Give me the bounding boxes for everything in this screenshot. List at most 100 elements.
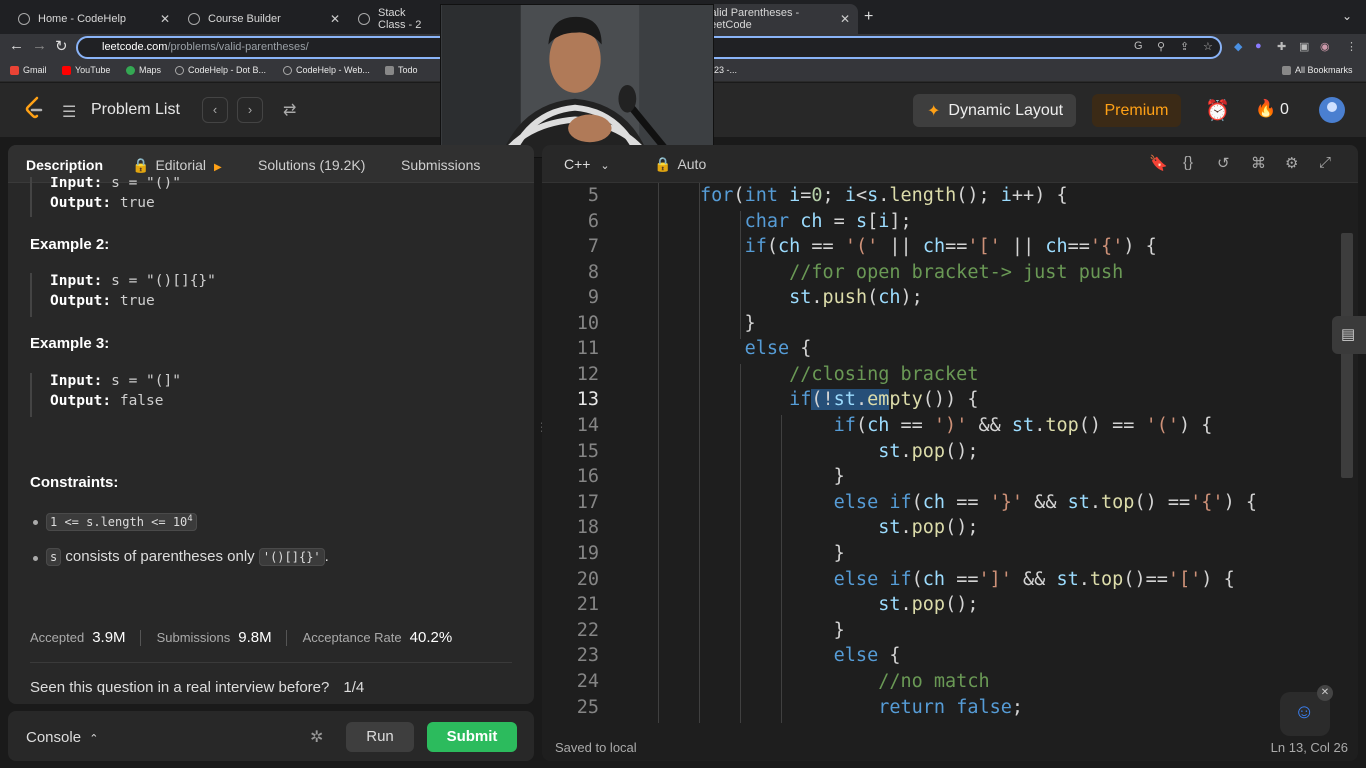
folder-icon [1282, 65, 1291, 75]
line-number: 6 [587, 211, 599, 232]
tab-description[interactable]: Description [26, 157, 103, 173]
cursor-position: Ln 13, Col 26 [1270, 740, 1348, 755]
tab-solutions[interactable]: Solutions (19.2K) [258, 157, 365, 173]
flame-icon[interactable]: 🔥 [1255, 99, 1276, 119]
close-tab-icon[interactable]: ✕ [840, 12, 850, 26]
codehelp-icon [175, 65, 184, 75]
tab-search-chevron-icon[interactable]: ⌄ [1342, 9, 1352, 23]
line-number: 5 [587, 185, 599, 206]
constraints-title: Constraints: [30, 474, 119, 491]
chevron-up-icon: ⌃ [89, 733, 99, 745]
browser-tab[interactable]: Course Builder ✕ [178, 4, 348, 34]
constraint-1: 1 <= s.length <= 104 [46, 513, 197, 531]
extension-icon[interactable]: ◆ [1234, 40, 1242, 53]
prev-problem-button[interactable]: ‹ [202, 97, 228, 123]
alarm-clock-icon[interactable]: ⏰ [1205, 98, 1230, 123]
back-icon[interactable]: ← [9, 37, 24, 54]
profile-icon[interactable]: ◉ [1320, 40, 1330, 53]
example-2-title: Example 2: [30, 236, 110, 253]
line-number: 19 [576, 543, 599, 564]
install-icon[interactable]: ⇪ [1180, 40, 1189, 53]
bookmark-maps[interactable]: Maps [126, 65, 161, 75]
avatar[interactable] [1319, 97, 1345, 123]
problem-list-icon[interactable]: ☰ [62, 102, 76, 122]
tab-editorial[interactable]: 🔒 Editorial ▶ [132, 157, 222, 174]
webcam-overlay [440, 4, 714, 158]
line-number: 12 [576, 364, 599, 385]
new-tab-icon[interactable]: + [864, 8, 873, 26]
submit-button[interactable]: Submit [427, 722, 517, 752]
browser-tab[interactable]: Home - CodeHelp ✕ [8, 4, 178, 34]
reset-icon[interactable]: ↺ [1217, 154, 1230, 172]
extension-icon[interactable]: ● [1255, 40, 1262, 52]
bookmark-icon[interactable]: 🔖 [1149, 154, 1168, 172]
line-number: 24 [576, 671, 599, 692]
line-number: 25 [576, 697, 599, 718]
browser-tab-active[interactable]: Valid Parentheses - LeetCode ✕ [700, 4, 858, 34]
editor-status-bar [542, 735, 1358, 761]
google-icon[interactable]: G [1134, 40, 1143, 52]
todo-icon [385, 65, 394, 75]
zoom-icon[interactable]: ⚲ [1157, 40, 1165, 53]
line-number: 8 [587, 262, 599, 283]
forward-icon[interactable]: → [32, 37, 47, 54]
divider [30, 662, 512, 663]
tab-submissions[interactable]: Submissions [401, 157, 480, 173]
editor-scrollbar[interactable] [1341, 233, 1353, 478]
example-2-box: Input: s = "()[]{}" Output: true [30, 273, 510, 317]
menu-icon[interactable]: ⋮ [1346, 40, 1357, 53]
problem-list-link[interactable]: Problem List [91, 101, 180, 119]
line-number: 9 [587, 287, 599, 308]
close-chat-icon[interactable]: ✕ [1317, 685, 1333, 701]
debug-icon[interactable]: ✲ [310, 727, 323, 747]
auto-mode[interactable]: 🔒 Auto [654, 156, 706, 173]
bookmark-youtube[interactable]: YouTube [62, 65, 110, 75]
line-number: 16 [576, 466, 599, 487]
all-bookmarks[interactable]: All Bookmarks [1282, 65, 1353, 75]
chrome-favicon-icon [188, 13, 200, 25]
streak-count: 0 [1280, 101, 1289, 118]
reload-icon[interactable]: ↻ [55, 37, 68, 55]
premium-button[interactable]: Premium [1092, 94, 1181, 127]
lock-icon: 🔒 [654, 156, 672, 172]
interview-question-prompt[interactable]: Seen this question in a real interview b… [30, 679, 364, 696]
leetcode-logo-icon[interactable] [24, 96, 44, 120]
sidebar-icon[interactable]: ▣ [1299, 40, 1309, 53]
braces-icon[interactable]: {} [1183, 154, 1193, 171]
dynamic-layout-button[interactable]: ✦ Dynamic Layout [913, 94, 1076, 127]
bookmark-codehelp-web[interactable]: CodeHelp - Web... [283, 65, 370, 75]
run-button[interactable]: Run [346, 722, 414, 752]
line-number: 18 [576, 517, 599, 538]
close-tab-icon[interactable]: ✕ [330, 12, 340, 26]
close-tab-icon[interactable]: ✕ [160, 12, 170, 26]
bookmark-gmail[interactable]: Gmail [10, 65, 47, 75]
bookmark-codehelp-dot[interactable]: CodeHelp - Dot B... [175, 65, 266, 75]
example-1-box: Input: s = "()" Output: true [30, 177, 510, 217]
line-number: 14 [576, 415, 599, 436]
side-notes-button[interactable]: ▤ [1332, 316, 1366, 354]
codehelp-favicon-icon [358, 13, 370, 25]
bookmark-star-icon[interactable]: ☆ [1203, 40, 1213, 53]
example-3-title: Example 3: [30, 335, 110, 352]
constraint-2: s consists of parentheses only '()[]{}'. [46, 548, 329, 566]
acceptance-stats: Accepted 3.9M Submissions 9.8M Acceptance … [30, 629, 453, 646]
description-panel: Description 🔒 Editorial ▶ Solutions (19.2K… [8, 145, 534, 704]
puzzle-icon[interactable]: ✚ [1277, 40, 1286, 53]
code-editor[interactable]: 5 6 7 8 9 10 11 12 13 14 15 16 17 18 19 20 21 22 23 24 25 fo… [542, 183, 1358, 723]
line-number: 17 [576, 492, 599, 513]
console-toggle[interactable]: Console ⌃ [26, 729, 98, 746]
shuffle-icon[interactable]: ⇄ [283, 100, 296, 120]
bookmark-item[interactable]: 23 -... [714, 65, 737, 75]
editor-toolbar: C++ ⌄ 🔒 Auto 🔖 {} ↺ ⌘ ⚙ ⤢ [542, 145, 1358, 183]
save-status: Saved to local [555, 740, 637, 755]
bookmark-todo[interactable]: Todo [385, 65, 418, 75]
lock-icon: 🔒 [132, 157, 150, 173]
line-number: 15 [576, 441, 599, 462]
fullscreen-icon[interactable]: ⤢ [1319, 154, 1331, 171]
shortcut-icon[interactable]: ⌘ [1251, 154, 1266, 172]
browser-tab[interactable]: Stack Class - 2 [348, 4, 440, 34]
language-select[interactable]: C++ ⌄ [564, 156, 610, 172]
settings-gear-icon[interactable]: ⚙ [1285, 154, 1298, 172]
gmail-icon [10, 65, 19, 75]
next-problem-button[interactable]: › [237, 97, 263, 123]
